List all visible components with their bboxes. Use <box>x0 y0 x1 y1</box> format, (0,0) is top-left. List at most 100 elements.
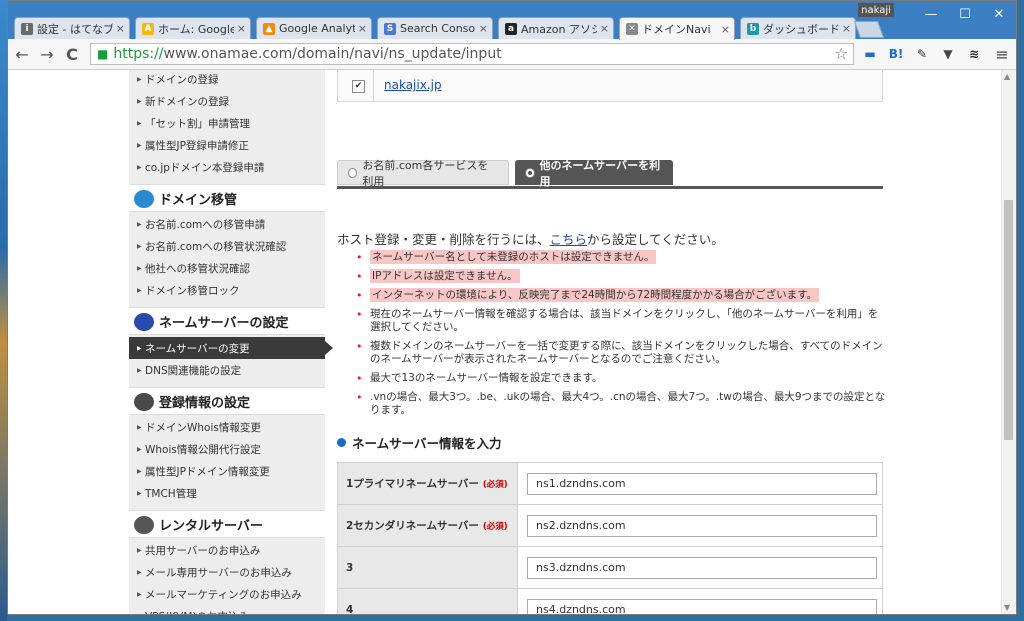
nameserver-input[interactable] <box>527 556 877 579</box>
note-item: 複数ドメインのネームサーバーを一括で変更する際に、該当ドメインをクリックした場合… <box>356 340 886 366</box>
domain-list-row: ✔ nakajix.jp <box>337 70 883 102</box>
tab-close-icon[interactable]: × <box>721 23 730 36</box>
tab-title: ドメインNavi <box>642 23 711 36</box>
sidebar-item[interactable]: ▶VPS(KVM)のお申込み <box>129 605 325 615</box>
sidebar-item-label: 属性型JPドメイン情報変更 <box>145 465 270 478</box>
sidebar-item[interactable]: ▶ 属性型JP登録申請修正 <box>129 134 325 156</box>
tab-close-icon[interactable]: × <box>842 22 851 35</box>
note-item: 現在のネームサーバー情報を確認する場合は、該当ドメインをクリックし、「他のネーム… <box>356 308 886 334</box>
sidebar-group-heading: 登録情報の設定 <box>129 387 325 415</box>
sidebar-item-label: お名前.comへの移管申請 <box>145 218 266 231</box>
note-text: 現在のネームサーバー情報を確認する場合は、該当ドメインをクリックし、「他のネーム… <box>370 308 879 333</box>
bookmark-star-icon[interactable]: ☆ <box>834 44 848 63</box>
sidebar-group-title: ドメイン移管 <box>159 192 238 208</box>
chat-extension-icon[interactable]: ▬ <box>862 46 878 62</box>
sidebar-group-heading: ネームサーバーの設定 <box>129 307 325 335</box>
nameserver-input[interactable] <box>527 598 877 614</box>
nameserver-label-cell: 4 <box>337 588 518 615</box>
google-analytics-icon: ▲ <box>263 22 275 35</box>
scroll-up-icon[interactable]: ▲ <box>1004 72 1010 81</box>
minimize-button[interactable]: — <box>914 1 948 27</box>
nameserver-input[interactable] <box>527 472 877 495</box>
back-button[interactable]: ← <box>12 44 32 64</box>
url-path: www.onamae.com/domain/navi/ns_update/inp… <box>163 46 502 62</box>
nameserver-label: 4 <box>346 603 354 615</box>
sidebar-item[interactable]: ▶ メール専用サーバーのお申込み <box>129 561 325 583</box>
sidebar-item-label: ドメイン移管ロック <box>145 284 240 297</box>
scrollbar-thumb[interactable] <box>1004 200 1013 440</box>
sidebar-item[interactable]: ▶ 他社への移管状況確認 <box>129 257 325 279</box>
tab-close-icon[interactable]: × <box>116 22 125 35</box>
sidebar-item-label: メール専用サーバーのお申込み <box>145 566 292 579</box>
tab-close-icon[interactable]: × <box>600 22 609 35</box>
sidebar-item[interactable]: ▶ ドメイン移管ロック <box>129 279 325 301</box>
tab-close-icon[interactable]: × <box>358 22 367 35</box>
bullet-icon: ▶ <box>137 264 142 272</box>
note-text: .vnの場合、最大3つ。.be、.ukの場合、最大4つ。.cnの場合、最大7つ。… <box>370 391 886 416</box>
forward-button[interactable]: → <box>37 44 57 64</box>
note-item: 最大で13のネームサーバー情報を設定できます。 <box>356 372 886 385</box>
note-item: IPアドレスは設定できません。 <box>356 269 886 283</box>
tab-close-icon[interactable]: × <box>237 22 246 35</box>
nameserver-label-cell: 1プライマリネームサーバー (必須) <box>337 462 518 505</box>
browser-tab[interactable]: ✕ ドメインNavi × <box>619 17 735 40</box>
sidebar-item-label: 属性型JP登録申請修正 <box>145 139 249 152</box>
sidebar-item[interactable]: ▶ Whois情報公開代行設定 <box>129 438 325 460</box>
domain-checkbox[interactable]: ✔ <box>352 80 365 93</box>
browser-window: i設定 - はてなブロ×Aホーム: Google Ac×▲Google Anal… <box>7 0 1017 615</box>
search-console-icon: S <box>384 22 396 35</box>
reload-button[interactable]: C <box>62 44 82 64</box>
browser-tab[interactable]: S Search Console× <box>377 17 493 39</box>
sidebar-item[interactable]: ▶ お名前.comへの移管申請 <box>129 213 325 235</box>
maximize-button[interactable]: ☐ <box>948 1 982 27</box>
note-text: 最大で13のネームサーバー情報を設定できます。 <box>370 372 603 384</box>
pocket-icon[interactable]: ▼ <box>940 46 956 62</box>
nameserver-input[interactable] <box>527 514 877 537</box>
browser-tab[interactable]: A ホーム: Google Ac× <box>135 17 251 39</box>
sidebar-item-label: Whois情報公開代行設定 <box>145 443 261 456</box>
scroll-down-icon[interactable]: ▼ <box>1004 603 1010 612</box>
host-setting-link[interactable]: こちら <box>550 232 588 247</box>
address-bar[interactable]: ■ https:// www.onamae.com/domain/navi/ns… <box>90 43 854 65</box>
amazon-icon: a <box>505 22 517 35</box>
nameserver-row: 1プライマリネームサーバー (必須) <box>337 462 883 505</box>
desktop-background <box>0 0 7 621</box>
sidebar-item[interactable]: ▶ ネームサーバーの変更 <box>129 337 333 359</box>
browser-tab[interactable]: ▲ Google Analytics× <box>256 17 372 39</box>
browser-tab[interactable]: i 設定 - はてなブロ× <box>14 17 130 39</box>
sidebar-item[interactable]: ▶ メールマーケティングのお申込み <box>129 583 325 605</box>
buffer-icon[interactable]: ≋ <box>966 46 982 62</box>
menu-icon[interactable]: ≡ <box>994 45 1010 64</box>
bullet-icon: ▶ <box>137 344 142 352</box>
tab-onamae-service[interactable]: お名前.com各サービスを利用 <box>337 159 509 188</box>
hatena-bookmark-icon[interactable]: B! <box>888 46 904 62</box>
sidebar-item[interactable]: ▶ 属性型JPドメイン情報変更 <box>129 460 325 482</box>
sidebar-item[interactable]: ▶ 新ドメインの登録 <box>129 90 325 112</box>
sidebar-item[interactable]: ▶ 「セット割」申請管理 <box>129 112 325 134</box>
sidebar-group-heading: レンタルサーバー <box>129 510 325 538</box>
sidebar-item[interactable]: ▶ DNS関連機能の設定 <box>129 359 325 381</box>
bing-icon: b <box>747 22 759 35</box>
browser-tab[interactable]: a Amazon アソシエ× <box>498 17 614 39</box>
browser-tab[interactable]: b ダッシュボード - Bin× <box>740 17 856 39</box>
evernote-icon[interactable]: ✎ <box>914 46 930 62</box>
nameserver-label-cell: 2セカンダリネームサーバー (必須) <box>337 504 518 547</box>
bullet-icon: ▶ <box>137 568 142 576</box>
sidebar-item[interactable]: ▶ TMCH管理 <box>129 482 325 504</box>
sidebar-item[interactable]: ▶ お名前.comへの移管状況確認 <box>129 235 325 257</box>
sidebar-item[interactable]: ▶ 共用サーバーのお申込み <box>129 539 325 561</box>
close-window-button[interactable]: ✕ <box>982 1 1016 27</box>
page-content: ▶ ドメインの登録 ▶ 新ドメインの登録 ▶ 「セット割」申請管理 ▶ 属性型JP登録申請修正… <box>8 70 1002 614</box>
notes-list: ネームサーバー名として未登録のホストは設定できません。 IPアドレスは設定できませ… <box>356 250 886 423</box>
domain-link[interactable]: nakajix.jp <box>384 78 442 92</box>
bullet-icon: ▶ <box>137 220 142 228</box>
new-tab-button[interactable] <box>853 21 885 38</box>
sidebar-item[interactable]: ▶ ドメインWhois情報変更 <box>129 416 325 438</box>
scrollbar[interactable]: ▲ ▼ <box>1001 70 1016 614</box>
profile-badge[interactable]: nakaji <box>858 3 894 17</box>
nameserver-value-cell <box>517 588 883 614</box>
tab-other-nameserver[interactable]: 他のネームサーバーを利用 <box>515 159 673 188</box>
tab-close-icon[interactable]: × <box>479 22 488 35</box>
sidebar-item[interactable]: ▶ co.jpドメイン本登録申請 <box>129 156 325 178</box>
sidebar-item[interactable]: ▶ ドメインの登録 <box>129 70 325 90</box>
